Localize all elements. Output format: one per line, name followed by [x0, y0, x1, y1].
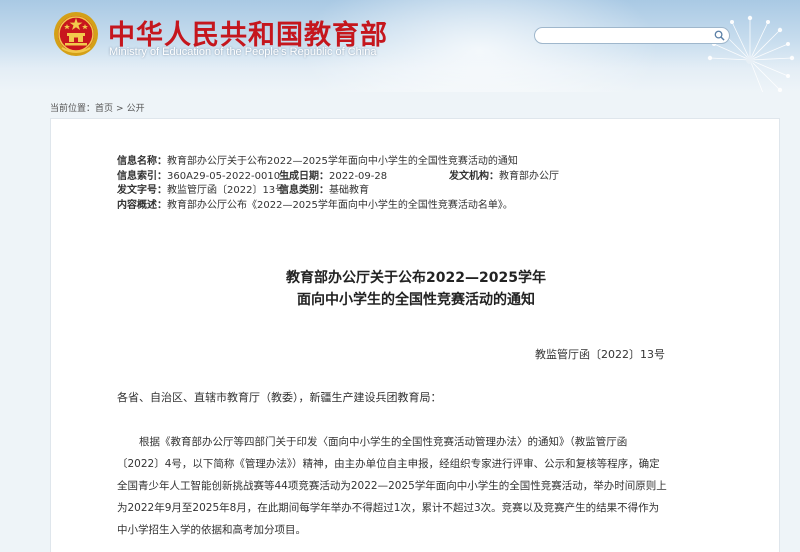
content-panel: 信息名称：教育部办公厅关于公布2022—2025学年面向中小学生的全国性竞赛活动… [50, 118, 780, 552]
dandelion-icon [707, 15, 795, 92]
search-input[interactable] [534, 27, 730, 44]
meta-index-value: 360A29-05-2022-0010-1 [167, 170, 291, 182]
info-metadata: 信息名称：教育部办公厅关于公布2022—2025学年面向中小学生的全国性竞赛活动… [117, 155, 677, 213]
meta-docno-label: 发文字号： [117, 185, 167, 196]
meta-name-label: 信息名称： [117, 156, 167, 167]
meta-row-summary: 内容概述：教育部办公厅公布《2022—2025学年面向中小学生的全国性竞赛活动名… [117, 199, 677, 214]
document-title: 教育部办公厅关于公布2022—2025学年 面向中小学生的全国性竞赛活动的通知 [51, 267, 781, 311]
meta-name-value: 教育部办公厅关于公布2022—2025学年面向中小学生的全国性竞赛活动的通知 [167, 156, 518, 167]
search-icon[interactable] [714, 30, 725, 41]
national-emblem-icon[interactable] [52, 10, 100, 58]
meta-summary-value: 教育部办公厅公布《2022—2025学年面向中小学生的全国性竞赛活动名单》。 [167, 199, 513, 211]
meta-row-index: 信息索引：360A29-05-2022-0010-1 生成日期：2022-09-… [117, 170, 677, 185]
search-button[interactable] [710, 28, 728, 43]
breadcrumb-home-link[interactable]: 首页 [95, 104, 113, 114]
document-salutation: 各省、自治区、直辖市教育厅（教委），新疆生产建设兵团教育局： [117, 391, 442, 404]
meta-row-docno: 发文字号：教监管厅函〔2022〕13号 信息类别：基础教育 [117, 184, 677, 199]
meta-org-value: 教育部办公厅 [499, 170, 559, 182]
meta-summary-label: 内容概述： [117, 199, 167, 211]
meta-row-name: 信息名称：教育部办公厅关于公布2022—2025学年面向中小学生的全国性竞赛活动… [117, 155, 677, 170]
site-subtitle: Ministry of Education of the People's Re… [109, 46, 377, 58]
breadcrumb: 当前位置：首页 > 公开 [50, 101, 145, 114]
meta-category-value: 基础教育 [329, 185, 369, 196]
breadcrumb-public-link[interactable]: 公开 [127, 104, 145, 114]
meta-category-label: 信息类别： [279, 185, 329, 196]
document-title-line2: 面向中小学生的全国性竞赛活动的通知 [297, 292, 535, 308]
meta-date-value: 2022-09-28 [329, 170, 388, 182]
meta-org: 发文机构：教育部办公厅 [449, 170, 559, 185]
document-paragraph: 根据《教育部办公厅等四部门关于印发〈面向中小学生的全国性竞赛活动管理办法〉的通知… [117, 436, 667, 536]
document-title-line1: 教育部办公厅关于公布2022—2025学年 [286, 270, 546, 286]
meta-index-label: 信息索引： [117, 170, 167, 182]
meta-org-label: 发文机构： [449, 170, 499, 182]
document-number: 教监管厅函〔2022〕13号 [535, 348, 665, 361]
meta-docno-value: 教监管厅函〔2022〕13号 [167, 185, 286, 196]
meta-date: 生成日期：2022-09-28 [279, 170, 387, 185]
site-header: 中华人民共和国教育部 Ministry of Education of the … [0, 0, 800, 92]
breadcrumb-prefix: 当前位置： [50, 104, 96, 114]
meta-category: 信息类别：基础教育 [279, 184, 369, 199]
breadcrumb-separator: > [116, 104, 124, 114]
meta-date-label: 生成日期： [279, 170, 329, 182]
